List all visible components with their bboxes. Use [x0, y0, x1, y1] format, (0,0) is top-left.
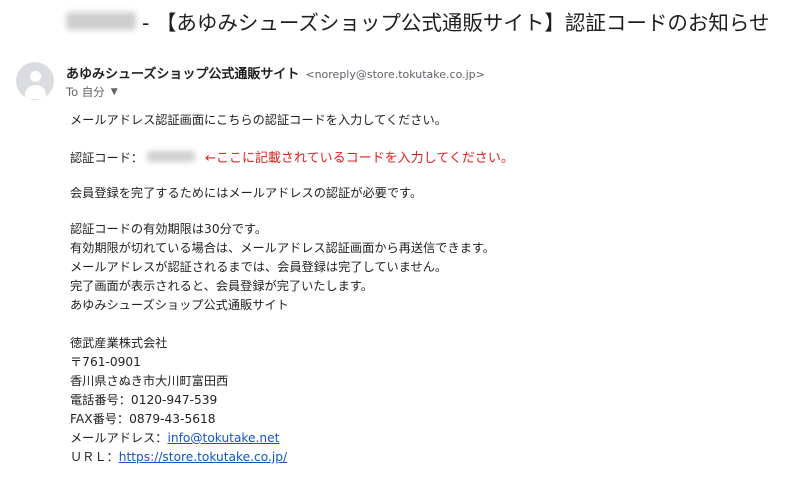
- body-line-1: メールアドレス認証画面にこちらの認証コードを入力してください。: [70, 113, 447, 127]
- recipient-label: To 自分: [66, 85, 105, 99]
- signature-email-line: メールアドレス：info@tokutake.net: [70, 428, 279, 446]
- avatar[interactable]: [16, 62, 54, 100]
- body-line-6: メールアドレスが認証されるまでは、会員登録は完了していません。: [70, 260, 448, 274]
- code-label: 認証コード：: [70, 150, 144, 165]
- signature-postal: 〒761-0901: [70, 355, 141, 369]
- subject-text: - 【あゆみシューズショップ公式通販サイト】認証コードのお知らせ: [142, 11, 770, 35]
- email-subject: - 【あゆみシューズショップ公式通販サイト】認証コードのお知らせ: [66, 6, 769, 36]
- signature-tel: 電話番号：0120-947-539: [70, 393, 218, 407]
- sender-name[interactable]: あゆみシューズショップ公式通販サイト: [66, 67, 299, 82]
- redacted-code: [147, 151, 196, 162]
- code-annotation: ←ここに記載されているコードを入力してください。: [205, 151, 514, 166]
- body-line-4: 認証コードの有効期限は30分です。: [70, 222, 268, 236]
- chevron-down-icon[interactable]: ▼: [111, 87, 118, 97]
- avatar-head-icon: [30, 71, 41, 82]
- code-line: 認証コード： ←ここに記載されているコードを入力してください。: [70, 147, 514, 167]
- sender-line: あゆみシューズショップ公式通販サイト <noreply@store.tokutak…: [66, 63, 485, 82]
- sender-address: <noreply@store.tokutake.co.jp>: [305, 68, 485, 81]
- body-line-3: 会員登録を完了するためにはメールアドレスの認証が必要です。: [70, 186, 423, 200]
- email-link[interactable]: info@tokutake.net: [168, 431, 280, 445]
- body-line-7: 完了画面が表示されると、会員登録が完了いたします。: [70, 279, 373, 293]
- body-line-5: 有効期限が切れている場合は、メールアドレス認証画面から再送信できます。: [70, 241, 495, 255]
- body-line-8: あゆみシューズショップ公式通販サイト: [70, 298, 289, 312]
- email-label: メールアドレス：: [70, 431, 168, 445]
- signature-url-line: ＵＲＬ：https://store.tokutake.co.jp/: [70, 447, 287, 465]
- signature-fax: FAX番号：0879-43-5618: [70, 412, 216, 426]
- signature-address: 香川県さぬき市大川町富田西: [70, 374, 229, 388]
- url-link[interactable]: https://store.tokutake.co.jp/: [119, 450, 287, 464]
- redacted-order-number: [66, 12, 136, 30]
- url-label: ＵＲＬ：: [70, 450, 119, 464]
- avatar-body-icon: [25, 85, 46, 99]
- recipient-line: To 自分 ▼: [66, 84, 118, 100]
- signature-company: 徳武産業株式会社: [70, 336, 168, 350]
